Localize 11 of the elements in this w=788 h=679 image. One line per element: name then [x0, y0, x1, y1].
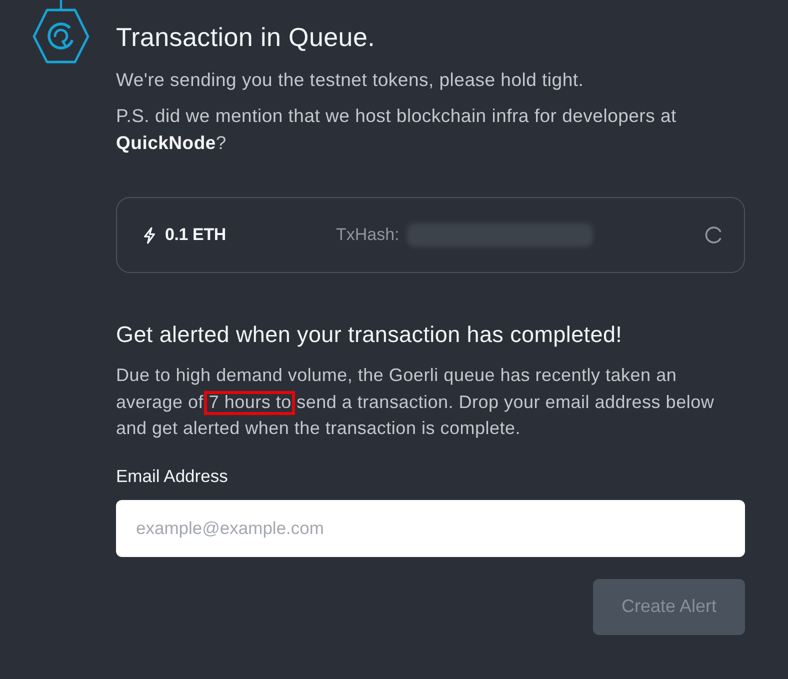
email-input-field[interactable]: example@example.com [116, 500, 745, 556]
section-heading: Get alerted when your transaction has completed! [116, 321, 624, 348]
amount-text: 0.1 ETH [165, 224, 226, 246]
info-text: P.S. did we mention that we host blockchain infra for developers at QuickNode? [116, 104, 678, 155]
logo-icon [32, 0, 90, 64]
page-title: Transaction in Queue. [116, 21, 376, 53]
alert-description: Due to high demand volume, the Goerli queue has recently taken an average of 7 hours to send a transaction. Drop your email address below and get alerted when the transaction is complete. [116, 364, 716, 440]
info-text: We're sending you the testnet tokens, please hold tight. [116, 68, 585, 92]
email-label: Email Address [116, 464, 229, 488]
tx-hash-label: TxHash: [336, 224, 400, 246]
lightning-icon [143, 226, 156, 244]
